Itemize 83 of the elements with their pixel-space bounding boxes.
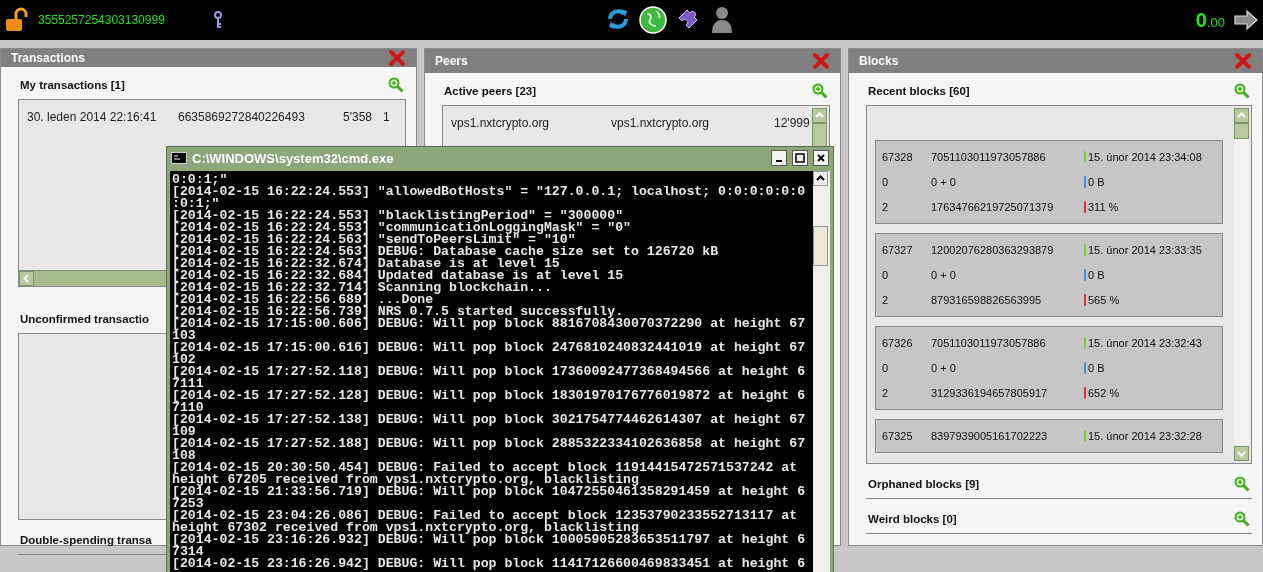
console-line: :0:1;": [172, 198, 220, 210]
table-cell-text: vps1.nxtcrypto.org: [611, 116, 711, 130]
block-field: 0: [882, 362, 931, 374]
block-field: 0 B: [1084, 269, 1222, 281]
console-line: [2014-02-15 17:27:52.128] DEBUG: Will pop block 18301970176776019872 at height 6: [172, 390, 807, 402]
console-line: height 67302 received from vps1.nxtcrypto.org, blacklisting: [172, 522, 639, 534]
console-line: [2014-02-15 20:30:50.454] DEBUG: Failed to accept block 11914415472571537242 at: [172, 462, 799, 474]
block-field: 2: [882, 387, 931, 399]
console-line: [2014-02-15 17:15:00.606] DEBUG: Will pop block 8816708430070372290 at height 67: [172, 318, 807, 330]
block-field: 565 %: [1084, 294, 1222, 306]
console-line: [2014-02-15 17:15:00.616] DEBUG: Will pop block 2476810240832441019 at height 67: [172, 342, 807, 354]
section-title: My transactions [1]: [20, 79, 125, 91]
console-line: [2014-02-15 23:16:26.942] DEBUG: Will pop block 11417126600469833451 at height 6: [172, 558, 807, 570]
block-field: 67326: [882, 337, 931, 349]
section-title: Orphaned blocks [9]: [868, 478, 980, 490]
console-line: [2014-02-15 16:22:24.563] DEBUG: Database cache size set to 126720 kB: [172, 246, 720, 258]
console-line: [2014-02-15 16:22:56.689] ...Done: [172, 294, 434, 306]
block-field: 67328: [882, 151, 931, 163]
block-field: 652 %: [1084, 387, 1222, 399]
block-field: 0 + 0: [931, 362, 1084, 374]
block-field: 879316598826563995: [931, 294, 1084, 306]
console-line: 7110: [172, 402, 204, 414]
balance: 0.00: [1195, 8, 1225, 32]
console-line: 7253: [172, 498, 204, 510]
block-field: 15. únor 2014 23:34:08: [1084, 151, 1222, 163]
account-number: 3555257254303130999: [38, 13, 165, 27]
table-cell-text: 5'358: [343, 110, 373, 124]
table-cell-text: 1: [383, 110, 391, 124]
console-line: [2014-02-15 17:27:52.118] DEBUG: Will pop block 17360092477368494566 at height 6: [172, 366, 807, 378]
block-field: 0 + 0: [931, 269, 1084, 281]
block-field: 15. únor 2014 23:32:28: [1084, 430, 1222, 442]
block-field: 0: [882, 176, 931, 188]
console-line: 7111: [172, 378, 204, 390]
console-line: [2014-02-15 23:04:26.086] DEBUG: Failed to accept block 12353790233552713117 at: [172, 510, 799, 522]
console-line: 7314: [172, 546, 204, 558]
console-line: 102: [172, 354, 196, 366]
console-line: [2014-02-15 16:22:24.553] "allowedBotHosts" = "127.0.0.1; localhost; 0:0:0:0:0:0: [172, 186, 807, 198]
section-title: Unconfirmed transactio: [20, 313, 150, 325]
console-line: [2014-02-15 16:22:24.553] "blacklistingPeriod" = "300000": [172, 210, 624, 222]
panel-title: Blocks: [859, 54, 899, 68]
table-cell-text: vps1.nxtcrypto.org: [451, 116, 551, 130]
console-line: 108: [172, 450, 196, 462]
block-field: 7051103011973057886: [931, 151, 1084, 163]
console-line: 109: [172, 426, 196, 438]
section-title: Recent blocks [60]: [868, 85, 970, 97]
table-cell-text: 12'999: [774, 116, 811, 130]
console-line: 103: [172, 330, 196, 342]
console-line: height 67205 received from vps1.nxtcrypto.org, blacklisting: [172, 474, 639, 486]
block-field: 67325: [882, 430, 931, 442]
block-field: 15. únor 2014 23:33:35: [1084, 244, 1222, 256]
block-field: 3129336194657805917: [931, 387, 1084, 399]
block-field: 2: [882, 294, 931, 306]
block-field: 0: [882, 269, 931, 281]
block-field: 67327: [882, 244, 931, 256]
window-title: C:\WINDOWS\system32\cmd.exe: [192, 150, 395, 166]
console-line: 0:0:1;": [172, 174, 228, 186]
console-line: [2014-02-15 23:16:26.932] DEBUG: Will pop block 10005905283653511797 at height 6: [172, 534, 807, 546]
panel-title: Transactions: [11, 51, 86, 65]
block-field: 0 B: [1084, 176, 1222, 188]
console-line: [2014-02-15 21:33:56.719] DEBUG: Will pop block 10472550461358291459 at height 6: [172, 486, 807, 498]
table-cell-text: 30. leden 2014 22:16:41: [27, 110, 158, 124]
table-cell-text: 6635869272840226493: [178, 110, 306, 124]
console-line: [2014-02-15 16:22:32.714] Scanning blockchain...: [172, 282, 553, 294]
block-field: 2: [882, 201, 931, 213]
block-field: 12002076280363293879: [931, 244, 1084, 256]
block-field: 0 + 0: [931, 176, 1084, 188]
section-title: Double-spending transa: [20, 534, 152, 546]
section-title: Active peers [23]: [444, 85, 537, 97]
block-field: 0 B: [1084, 362, 1222, 374]
console-line: [2014-02-15 16:22:24.563] "sendToPeersLimit" = "10": [172, 234, 576, 246]
block-field: 8397939005161702223: [931, 430, 1084, 442]
console-line: [2014-02-15 17:27:52.138] DEBUG: Will pop block 3021754774462614307 at height 67: [172, 414, 807, 426]
block-field: 7051103011973057886: [931, 337, 1084, 349]
section-title: Weird blocks [0]: [868, 513, 957, 525]
console-line: [2014-02-15 16:22:32.674] Database is at level 15: [172, 258, 561, 270]
block-field: 311 %: [1084, 201, 1222, 213]
block-field: 17634766219725071379: [931, 201, 1084, 213]
console-line: [2014-02-15 17:27:52.188] DEBUG: Will pop block 2885322334102636858 at height 67: [172, 438, 807, 450]
console-line: [2014-02-15 16:22:24.553] "communicationLoggingMask" = "0": [172, 222, 632, 234]
block-field: 15. únor 2014 23:32:43: [1084, 337, 1222, 349]
console-line: [2014-02-15 16:22:32.684] Updated database is at level 15: [172, 270, 625, 282]
panel-title: Peers: [435, 54, 468, 68]
console-line: [2014-02-15 16:22:56.739] NRS 0.7.5 started successfully.: [172, 306, 624, 318]
